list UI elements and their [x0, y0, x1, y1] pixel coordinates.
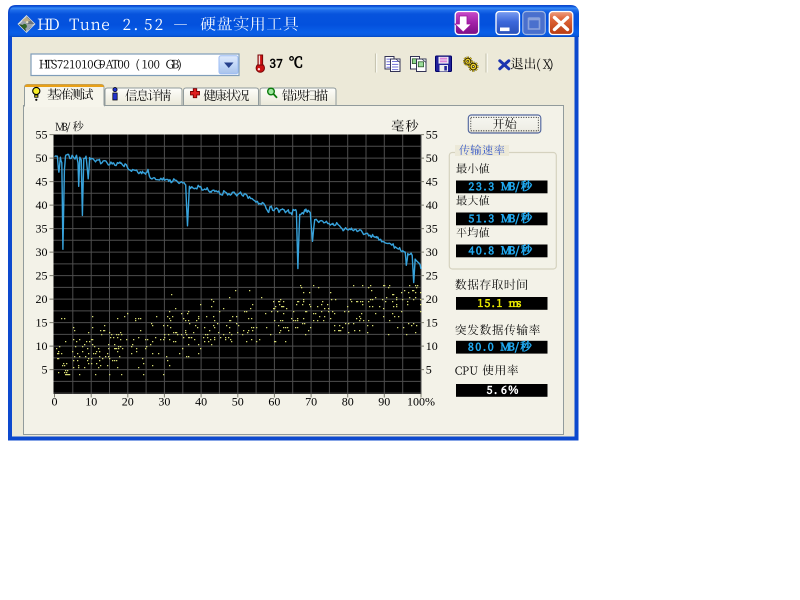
svg-text:45: 45	[36, 175, 48, 189]
svg-text:40: 40	[426, 198, 438, 212]
svg-text:40: 40	[195, 395, 207, 409]
svg-text:20: 20	[36, 292, 48, 306]
svg-text:25: 25	[36, 269, 48, 283]
svg-text:50: 50	[36, 151, 48, 165]
svg-text:5: 5	[426, 363, 432, 377]
svg-text:30: 30	[426, 245, 438, 259]
svg-text:30: 30	[36, 245, 48, 259]
svg-text:60: 60	[268, 395, 280, 409]
svg-text:50: 50	[232, 395, 244, 409]
svg-text:5: 5	[42, 363, 48, 377]
svg-text:70: 70	[305, 395, 317, 409]
svg-text:10: 10	[426, 339, 438, 353]
svg-text:90: 90	[378, 395, 390, 409]
svg-text:35: 35	[426, 222, 438, 236]
svg-text:20: 20	[426, 292, 438, 306]
svg-text:25: 25	[426, 269, 438, 283]
svg-text:100%: 100%	[407, 395, 435, 409]
svg-text:50: 50	[426, 151, 438, 165]
svg-text:10: 10	[36, 339, 48, 353]
svg-text:55: 55	[426, 128, 438, 142]
svg-text:15: 15	[36, 316, 48, 330]
svg-text:35: 35	[36, 222, 48, 236]
svg-text:30: 30	[158, 395, 170, 409]
svg-text:45: 45	[426, 175, 438, 189]
svg-text:10: 10	[85, 395, 97, 409]
svg-text:80: 80	[342, 395, 354, 409]
svg-text:15: 15	[426, 316, 438, 330]
svg-text:0: 0	[52, 395, 58, 409]
svg-text:40: 40	[36, 198, 48, 212]
svg-text:20: 20	[122, 395, 134, 409]
svg-text:55: 55	[36, 128, 48, 142]
